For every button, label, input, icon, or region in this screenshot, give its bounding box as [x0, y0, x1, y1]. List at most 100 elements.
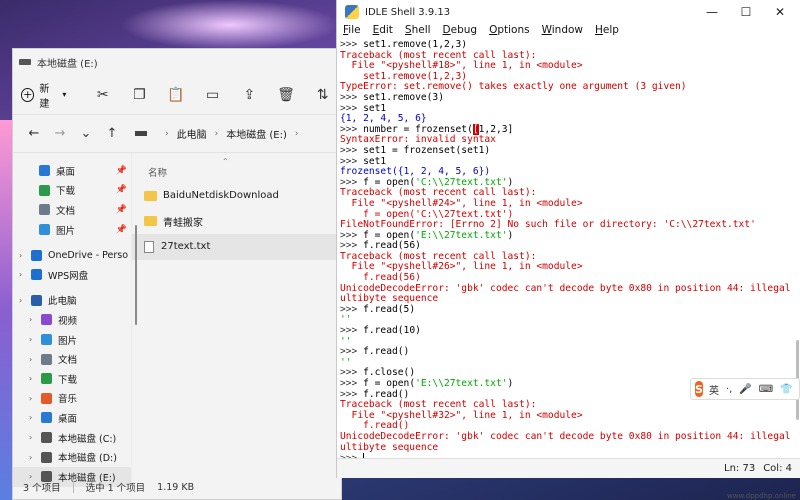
file-row[interactable]: 27text.txt: [132, 234, 341, 260]
menu-window[interactable]: Window: [542, 24, 583, 36]
microphone-icon[interactable]: 🎤: [739, 384, 751, 395]
expand-chevron-icon[interactable]: ›: [29, 374, 39, 383]
shell-code: f = open(: [363, 229, 416, 241]
delete-icon[interactable]: 🗑: [268, 75, 305, 115]
watermark: www.dppdhp.online: [727, 492, 796, 500]
expand-chevron-icon[interactable]: ›: [19, 251, 29, 260]
shell-string: '': [340, 356, 352, 368]
new-button[interactable]: + 新建 ▾: [21, 80, 66, 110]
sidebar-item[interactable]: › 视频: [13, 310, 131, 330]
shell-code: ): [507, 378, 514, 389]
punctuation-icon[interactable]: ·,: [726, 384, 732, 395]
breadcrumb-item-pc[interactable]: 此电脑: [177, 126, 207, 141]
breadcrumb[interactable]: › 此电脑 › 本地磁盘 (E:) ›: [135, 126, 307, 141]
shell-string: 'E:\\27text.txt': [415, 229, 508, 241]
sogou-logo-icon[interactable]: S: [695, 381, 703, 397]
cut-icon[interactable]: ✂: [84, 75, 121, 115]
shell-prompt: >>>: [340, 102, 364, 114]
expand-chevron-icon[interactable]: ›: [29, 315, 39, 324]
sidebar-item[interactable]: › 文档: [13, 349, 131, 369]
column-header-name[interactable]: ⌃ 名称: [132, 157, 341, 183]
pin-icon: 📌: [115, 204, 127, 215]
menu-options[interactable]: Options: [489, 24, 530, 36]
shell-error: ultibyte sequence: [340, 441, 439, 453]
expand-chevron-icon[interactable]: ›: [19, 270, 29, 279]
sidebar-item[interactable]: 桌面 📌: [13, 161, 131, 181]
sidebar-item[interactable]: 图片 📌: [13, 220, 131, 240]
shell-error: Traceback (most recent call last):: [340, 187, 537, 199]
shell-error: TypeError: set.remove() takes exactly on…: [340, 81, 687, 93]
sidebar-item[interactable]: 文档 📌: [13, 200, 131, 220]
sidebar-item-label: 文档: [58, 355, 78, 367]
idle-titlebar[interactable]: IDLE Shell 3.9.13 — ☐ ✕: [337, 0, 800, 24]
folder-icon: [144, 216, 157, 227]
shell-prompt: >>>: [340, 240, 364, 252]
file-row[interactable]: 青蛙搬家: [132, 209, 341, 235]
shell-code: f.close(): [363, 367, 416, 379]
menu-debug[interactable]: Debug: [443, 24, 478, 36]
sidebar-item-label: 桌面: [56, 166, 76, 178]
sidebar-item[interactable]: › 此电脑: [13, 291, 131, 311]
sidebar-item-label: 下载: [58, 374, 78, 386]
shell-output: {1, 2, 4, 5, 6}: [340, 113, 427, 125]
sidebar-item[interactable]: › 桌面: [13, 408, 131, 428]
shell-prompt: >>>: [340, 91, 364, 103]
expand-chevron-icon[interactable]: ›: [29, 335, 39, 344]
menu-file[interactable]: File: [343, 24, 361, 36]
keyboard-icon[interactable]: ⌨: [759, 384, 773, 395]
sidebar-item[interactable]: › WPS网盘: [13, 265, 131, 285]
pin-icon: 📌: [115, 185, 127, 196]
sidebar-item[interactable]: › 本地磁盘 (C:): [13, 428, 131, 448]
back-icon[interactable]: ←: [21, 126, 47, 141]
paste-icon[interactable]: 📋: [158, 75, 195, 115]
sidebar-item[interactable]: › 图片: [13, 330, 131, 350]
menu-edit[interactable]: Edit: [373, 24, 393, 36]
expand-chevron-icon[interactable]: ›: [19, 296, 29, 305]
drive-icon: [19, 59, 31, 65]
shell-error: ultibyte sequence: [340, 293, 439, 305]
share-icon[interactable]: ⇪: [231, 75, 268, 115]
rename-icon[interactable]: ▭: [194, 75, 231, 115]
maximize-icon[interactable]: ☐: [731, 0, 761, 24]
expand-chevron-icon[interactable]: ›: [29, 433, 39, 442]
shell-code: set1: [363, 155, 387, 167]
close-icon[interactable]: ✕: [765, 0, 795, 24]
menu-shell[interactable]: Shell: [405, 24, 431, 36]
explorer-titlebar[interactable]: 本地磁盘 (E:): [13, 49, 341, 75]
shell-line: >>> set1 = frozenset(set1): [340, 145, 795, 157]
breadcrumb-sep-icon: ›: [165, 128, 169, 139]
desktop-icon: [39, 165, 50, 177]
forward-icon[interactable]: →: [47, 126, 73, 141]
shell-error: f = open('C:\\27text.txt'): [340, 208, 514, 220]
sidebar-item[interactable]: 下载 📌: [13, 181, 131, 201]
expand-chevron-icon[interactable]: ›: [29, 394, 39, 403]
expand-chevron-icon[interactable]: ›: [29, 355, 39, 364]
expand-chevron-icon[interactable]: ›: [29, 413, 39, 422]
sidebar-item[interactable]: › 音乐: [13, 389, 131, 409]
shell-error: Traceback (most recent call last):: [340, 399, 537, 411]
breadcrumb-item-drive[interactable]: 本地磁盘 (E:): [226, 126, 287, 141]
expand-chevron-icon[interactable]: ›: [29, 453, 39, 462]
pc-icon: [135, 131, 147, 136]
up-icon[interactable]: ↑: [99, 126, 125, 141]
menu-help[interactable]: Help: [595, 24, 619, 36]
shell-code: number = frozenset(: [363, 123, 473, 135]
sidebar-item-label: 桌面: [58, 413, 78, 425]
copy-icon[interactable]: ❐: [121, 75, 158, 115]
sidebar-item[interactable]: › OneDrive - Perso: [13, 245, 131, 265]
minimize-icon[interactable]: —: [697, 0, 727, 24]
folder-icon: [144, 190, 157, 201]
navigation-pane: 桌面 📌 下载 📌 文档 📌 图片 📌 › OneDrive - Perso › WPS网盘 › 此电脑 ›…: [13, 153, 131, 487]
shell-code: f.read(5): [363, 303, 416, 315]
shell-error: Traceback (most recent call last):: [340, 250, 537, 262]
sidebar-item[interactable]: › 本地磁盘 (D:): [13, 447, 131, 467]
file-row[interactable]: BaiduNetdiskDownload: [132, 183, 341, 209]
download-icon: [41, 373, 52, 385]
ime-mode-toggle[interactable]: 英: [709, 382, 719, 397]
sidebar-item[interactable]: › 下载: [13, 369, 131, 389]
shell-prompt: >>>: [340, 155, 364, 167]
recent-chevron-icon[interactable]: ⌄: [73, 126, 99, 141]
shell-line: >>> f.read(): [340, 346, 795, 358]
skin-icon[interactable]: 👕: [780, 384, 792, 395]
sidebar-scrollbar[interactable]: [135, 225, 137, 325]
